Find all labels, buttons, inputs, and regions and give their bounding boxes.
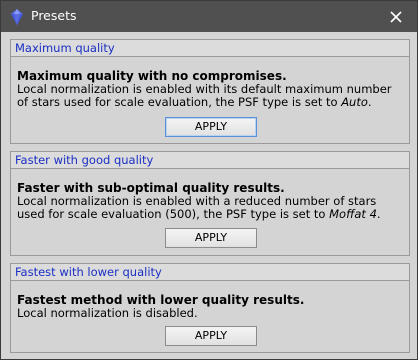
presets-window: Presets Maximum quality Maximum quality … <box>0 0 418 360</box>
title-bar[interactable]: Presets <box>1 1 417 32</box>
section-header: Maximum quality <box>11 40 409 57</box>
preset-description: Local normalization is enabled with a re… <box>17 194 381 221</box>
apply-maximum-quality-button[interactable]: APPLY <box>165 117 257 137</box>
section-header: Faster with good quality <box>11 152 409 169</box>
preset-fastest-lower-quality: Fastest with lower quality Fastest metho… <box>10 263 410 353</box>
apply-faster-good-quality-button[interactable]: APPLY <box>165 228 257 248</box>
preset-description: Local normalization is disabled. <box>17 306 198 320</box>
gem-icon <box>11 9 23 25</box>
preset-faster-good-quality: Faster with good quality Faster with sub… <box>10 151 410 256</box>
preset-title: Maximum quality with no compromises. <box>17 69 287 83</box>
close-icon[interactable] <box>387 8 405 26</box>
preset-title: Faster with sub-optimal quality results. <box>17 181 285 195</box>
preset-description: Local normalization is enabled with its … <box>17 82 392 109</box>
preset-title: Fastest method with lower quality result… <box>17 293 305 307</box>
apply-fastest-lower-quality-button[interactable]: APPLY <box>165 326 257 346</box>
section-header: Fastest with lower quality <box>11 264 409 281</box>
preset-maximum-quality: Maximum quality Maximum quality with no … <box>10 39 410 144</box>
window-title: Presets <box>31 8 77 23</box>
